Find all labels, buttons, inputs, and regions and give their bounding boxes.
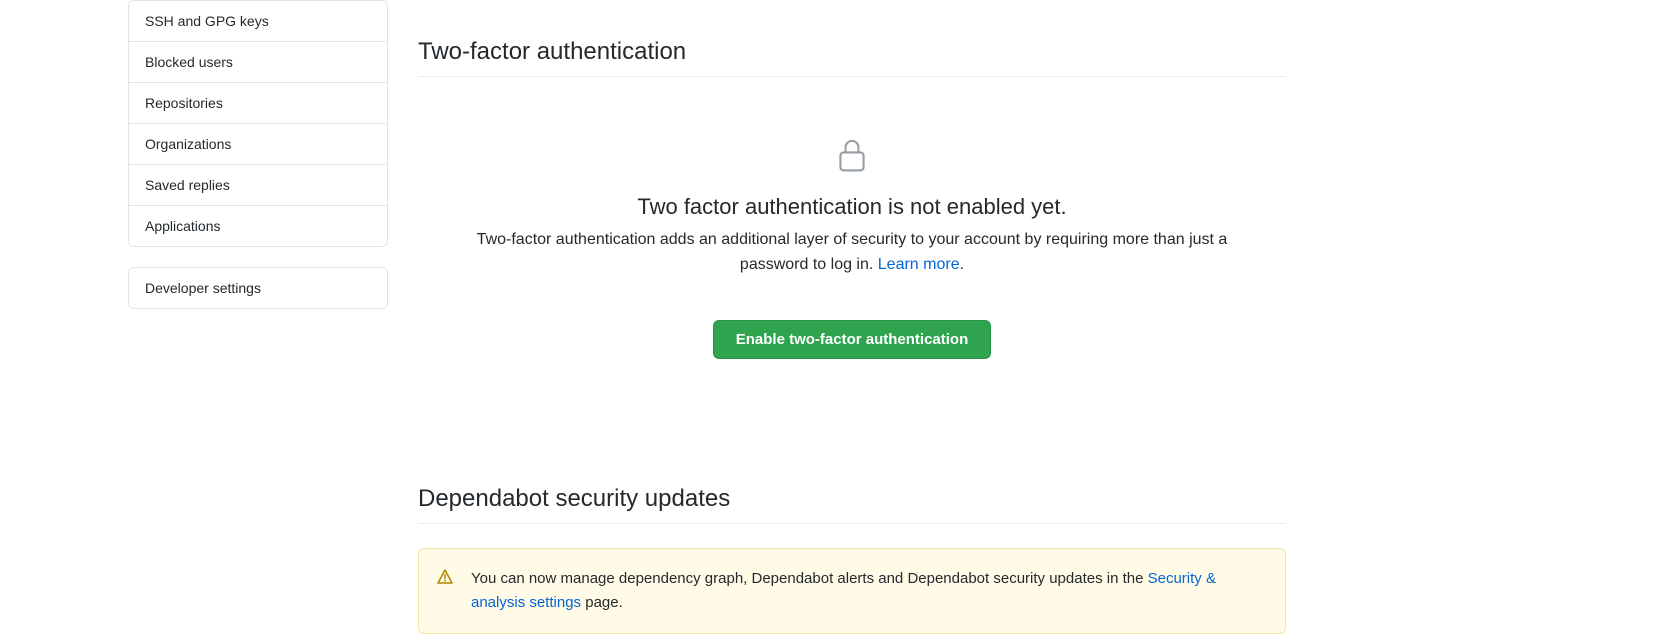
main-content: Two-factor authentication Two factor aut…	[418, 38, 1286, 634]
lock-icon	[836, 137, 868, 176]
dependabot-warning-suffix: page.	[581, 594, 623, 611]
sidebar-item-ssh-gpg-keys[interactable]: SSH and GPG keys	[129, 1, 387, 42]
two-factor-section: Two-factor authentication Two factor aut…	[418, 38, 1286, 389]
two-factor-heading: Two-factor authentication	[418, 38, 1286, 77]
dependabot-heading: Dependabot security updates	[418, 485, 1286, 524]
dependabot-section: Dependabot security updates You can now …	[418, 485, 1286, 634]
sidebar-item-label: Applications	[145, 218, 221, 234]
two-factor-desc-suffix: .	[960, 256, 964, 273]
sidebar-item-applications[interactable]: Applications	[129, 206, 387, 246]
two-factor-title: Two factor authentication is not enabled…	[438, 194, 1266, 220]
two-factor-blankslate: Two factor authentication is not enabled…	[418, 77, 1286, 389]
sidebar-item-label: Saved replies	[145, 177, 230, 193]
enable-two-factor-button[interactable]: Enable two-factor authentication	[713, 320, 992, 359]
dependabot-warning: You can now manage dependency graph, Dep…	[418, 548, 1286, 634]
sidebar-item-label: Developer settings	[145, 280, 261, 296]
sidebar-item-blocked-users[interactable]: Blocked users	[129, 42, 387, 83]
sidebar-item-label: Repositories	[145, 95, 223, 111]
two-factor-description: Two-factor authentication adds an additi…	[457, 228, 1247, 278]
sidebar-item-repositories[interactable]: Repositories	[129, 83, 387, 124]
warning-icon	[437, 569, 453, 593]
settings-sidebar: SSH and GPG keys Blocked users Repositor…	[128, 0, 388, 329]
two-factor-desc-text: Two-factor authentication adds an additi…	[477, 231, 1228, 273]
sidebar-group-developer: Developer settings	[128, 267, 388, 309]
learn-more-link[interactable]: Learn more	[878, 256, 960, 273]
sidebar-item-saved-replies[interactable]: Saved replies	[129, 165, 387, 206]
sidebar-item-label: Blocked users	[145, 54, 233, 70]
dependabot-warning-text: You can now manage dependency graph, Dep…	[471, 570, 1148, 587]
sidebar-item-organizations[interactable]: Organizations	[129, 124, 387, 165]
sidebar-item-label: SSH and GPG keys	[145, 13, 269, 29]
sidebar-group-main: SSH and GPG keys Blocked users Repositor…	[128, 0, 388, 247]
sidebar-item-developer-settings[interactable]: Developer settings	[129, 268, 387, 308]
sidebar-item-label: Organizations	[145, 136, 231, 152]
